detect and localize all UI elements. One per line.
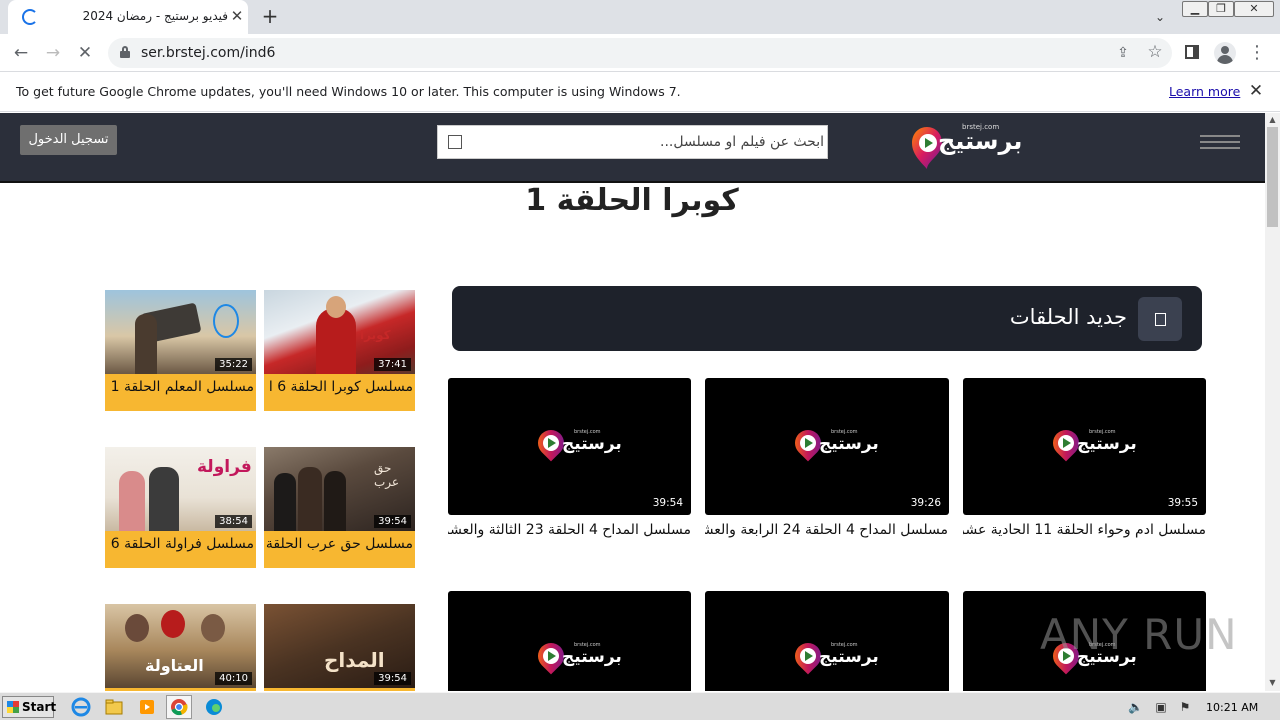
- tab-close-icon[interactable]: ✕: [228, 7, 246, 25]
- section-icon: [1138, 297, 1182, 341]
- lock-icon[interactable]: [120, 46, 130, 58]
- latest-episodes-header: جديد الحلقات: [452, 286, 1202, 351]
- media-player-icon[interactable]: [134, 695, 160, 719]
- search-input[interactable]: [468, 126, 824, 158]
- sidebar-card[interactable]: فراولة 38:54 مسلسل فراولة الحلقة 6: [105, 447, 256, 568]
- scrollbar-thumb[interactable]: [1267, 127, 1278, 227]
- video-duration: 39:54: [374, 672, 411, 685]
- scroll-down-arrow-icon[interactable]: ▼: [1265, 678, 1280, 688]
- episode-title[interactable]: مسلسل المداح 4 الحلقة 24 الرابعة والعشرو…: [705, 522, 948, 538]
- video-duration: 35:22: [215, 358, 252, 371]
- chrome-taskbar-icon[interactable]: [166, 695, 192, 719]
- profile-avatar-icon[interactable]: [1214, 42, 1236, 64]
- site-logo[interactable]: brstej.com برستيج: [910, 119, 1022, 171]
- site-header: تسجيل الدخول brstej.com برستيج: [0, 113, 1265, 183]
- sidebar-item-title[interactable]: مسلسل المعلم الحلقة 1: [105, 379, 256, 395]
- windows-logo-icon: [7, 701, 19, 713]
- brand-logo-icon: brstej.com برستيج: [789, 424, 879, 466]
- tab-search-chevron-icon[interactable]: ⌄: [1150, 7, 1170, 27]
- brand-logo-icon: brstej.com برستيج: [789, 637, 879, 679]
- sidebar-thumbnail[interactable]: كوبرا 37:41: [264, 290, 415, 374]
- sidebar-thumbnail[interactable]: فراولة 38:54: [105, 447, 256, 531]
- video-duration: 39:54: [374, 515, 411, 528]
- logo-text: برستيج: [938, 127, 1023, 155]
- sidebar-card[interactable]: حق عرب 39:54 مسلسل حق عرب الحلقة: [264, 447, 415, 568]
- anyrun-watermark: ANY RUN: [1040, 610, 1238, 659]
- windows-taskbar: Start 🔈 ▣ ⚑ 10:21 AM: [0, 692, 1280, 720]
- sidebar-card[interactable]: المداح 39:54: [264, 604, 415, 691]
- loading-spinner-icon: [22, 9, 38, 25]
- restore-button[interactable]: ❐: [1208, 1, 1234, 17]
- internet-explorer-icon[interactable]: [68, 695, 94, 719]
- browser-tab[interactable]: فيديو برستيج - رمضان 2024 ✕: [8, 0, 248, 34]
- episode-thumbnail[interactable]: brstej.com برستيج 39:26: [705, 378, 949, 515]
- sidebar-thumbnail[interactable]: حق عرب 39:54: [264, 447, 415, 531]
- volume-icon[interactable]: 🔈: [1128, 700, 1143, 714]
- login-button[interactable]: تسجيل الدخول: [20, 125, 117, 155]
- file-explorer-icon[interactable]: [101, 695, 127, 719]
- scroll-up-arrow-icon[interactable]: ▲: [1265, 115, 1280, 125]
- search-box: [437, 125, 828, 159]
- brand-logo-icon: brstej.com برستيج: [1047, 424, 1137, 466]
- episode-title[interactable]: مسلسل المداح 4 الحلقة 23 الثالثة والعشرو…: [448, 522, 691, 538]
- window-close-button[interactable]: ✕: [1234, 1, 1274, 17]
- browser-toolbar: ← → ✕ ser.brstej.com/ind6 ⇪ ☆ ⋮: [0, 34, 1280, 72]
- url-text[interactable]: ser.brstej.com/ind6: [141, 45, 275, 61]
- sidebar-thumbnail[interactable]: المداح 39:54: [264, 604, 415, 688]
- page-title: كوبرا الحلقة 1: [525, 183, 739, 218]
- page-viewport: تسجيل الدخول brstej.com برستيج كوبرا الح…: [0, 113, 1265, 691]
- stop-loading-icon[interactable]: ✕: [72, 40, 98, 66]
- back-arrow-icon[interactable]: ←: [8, 40, 34, 66]
- address-bar[interactable]: ser.brstej.com/ind6 ⇪ ☆: [108, 38, 1172, 68]
- tab-title: فيديو برستيج - رمضان 2024: [82, 9, 228, 23]
- sidebar-thumbnail[interactable]: العتاولة 40:10: [105, 604, 256, 688]
- sidebar-thumbnail[interactable]: 35:22: [105, 290, 256, 374]
- sidebar-item-title[interactable]: مسلسل فراولة الحلقة 6: [105, 536, 256, 552]
- side-panel-icon[interactable]: [1183, 43, 1203, 63]
- learn-more-link[interactable]: Learn more: [1169, 84, 1240, 99]
- edge-icon[interactable]: [201, 695, 227, 719]
- taskbar-clock[interactable]: 10:21 AM: [1206, 701, 1258, 714]
- video-duration: 39:26: [910, 497, 941, 509]
- bookmark-star-icon[interactable]: ☆: [1144, 41, 1166, 63]
- episode-thumbnail[interactable]: brstej.com برستيج: [705, 591, 949, 691]
- tab-strip: فيديو برستيج - رمضان 2024 ✕ + ⌄ ▁ ❐ ✕: [0, 0, 1280, 34]
- share-icon[interactable]: ⇪: [1112, 42, 1134, 64]
- update-infobar: To get future Google Chrome updates, you…: [0, 72, 1280, 112]
- sidebar-item-title[interactable]: مسلسل كوبرا الحلقة 6 ا: [264, 379, 415, 395]
- forward-arrow-icon[interactable]: →: [40, 40, 66, 66]
- sidebar-item-title[interactable]: مسلسل حق عرب الحلقة: [264, 536, 415, 552]
- episode-thumbnail[interactable]: brstej.com برستيج 39:54: [448, 378, 691, 515]
- sidebar-card[interactable]: 35:22 مسلسل المعلم الحلقة 1: [105, 290, 256, 411]
- menu-dots-icon[interactable]: ⋮: [1248, 42, 1266, 64]
- video-duration: 39:55: [1167, 497, 1198, 509]
- section-title: جديد الحلقات: [1009, 305, 1127, 329]
- new-tab-button[interactable]: +: [258, 5, 282, 29]
- network-icon[interactable]: ▣: [1154, 700, 1168, 714]
- brand-logo-icon: brstej.com برستيج: [532, 424, 622, 466]
- video-duration: 38:54: [215, 515, 252, 528]
- sidebar-card[interactable]: كوبرا 37:41 مسلسل كوبرا الحلقة 6 ا: [264, 290, 415, 411]
- infobar-message: To get future Google Chrome updates, you…: [16, 84, 681, 99]
- infobar-close-icon[interactable]: ✕: [1246, 81, 1266, 101]
- hamburger-menu-icon[interactable]: [1200, 135, 1240, 151]
- page-scrollbar[interactable]: ▲ ▼: [1265, 113, 1280, 691]
- sidebar-card[interactable]: العتاولة 40:10: [105, 604, 256, 691]
- episode-thumbnail[interactable]: brstej.com برستيج 39:55: [963, 378, 1206, 515]
- video-duration: 37:41: [374, 358, 411, 371]
- video-duration: 40:10: [215, 672, 252, 685]
- minimize-button[interactable]: ▁: [1182, 1, 1208, 17]
- video-duration: 39:54: [652, 497, 683, 509]
- search-icon[interactable]: [448, 135, 462, 149]
- episode-thumbnail[interactable]: brstej.com برستيج: [448, 591, 691, 691]
- brand-logo-icon: brstej.com برستيج: [532, 637, 622, 679]
- episode-title[interactable]: مسلسل ادم وحواء الحلقة 11 الحادية عشر: [963, 522, 1206, 538]
- action-center-flag-icon[interactable]: ⚑: [1178, 700, 1192, 714]
- start-button[interactable]: Start: [2, 696, 56, 718]
